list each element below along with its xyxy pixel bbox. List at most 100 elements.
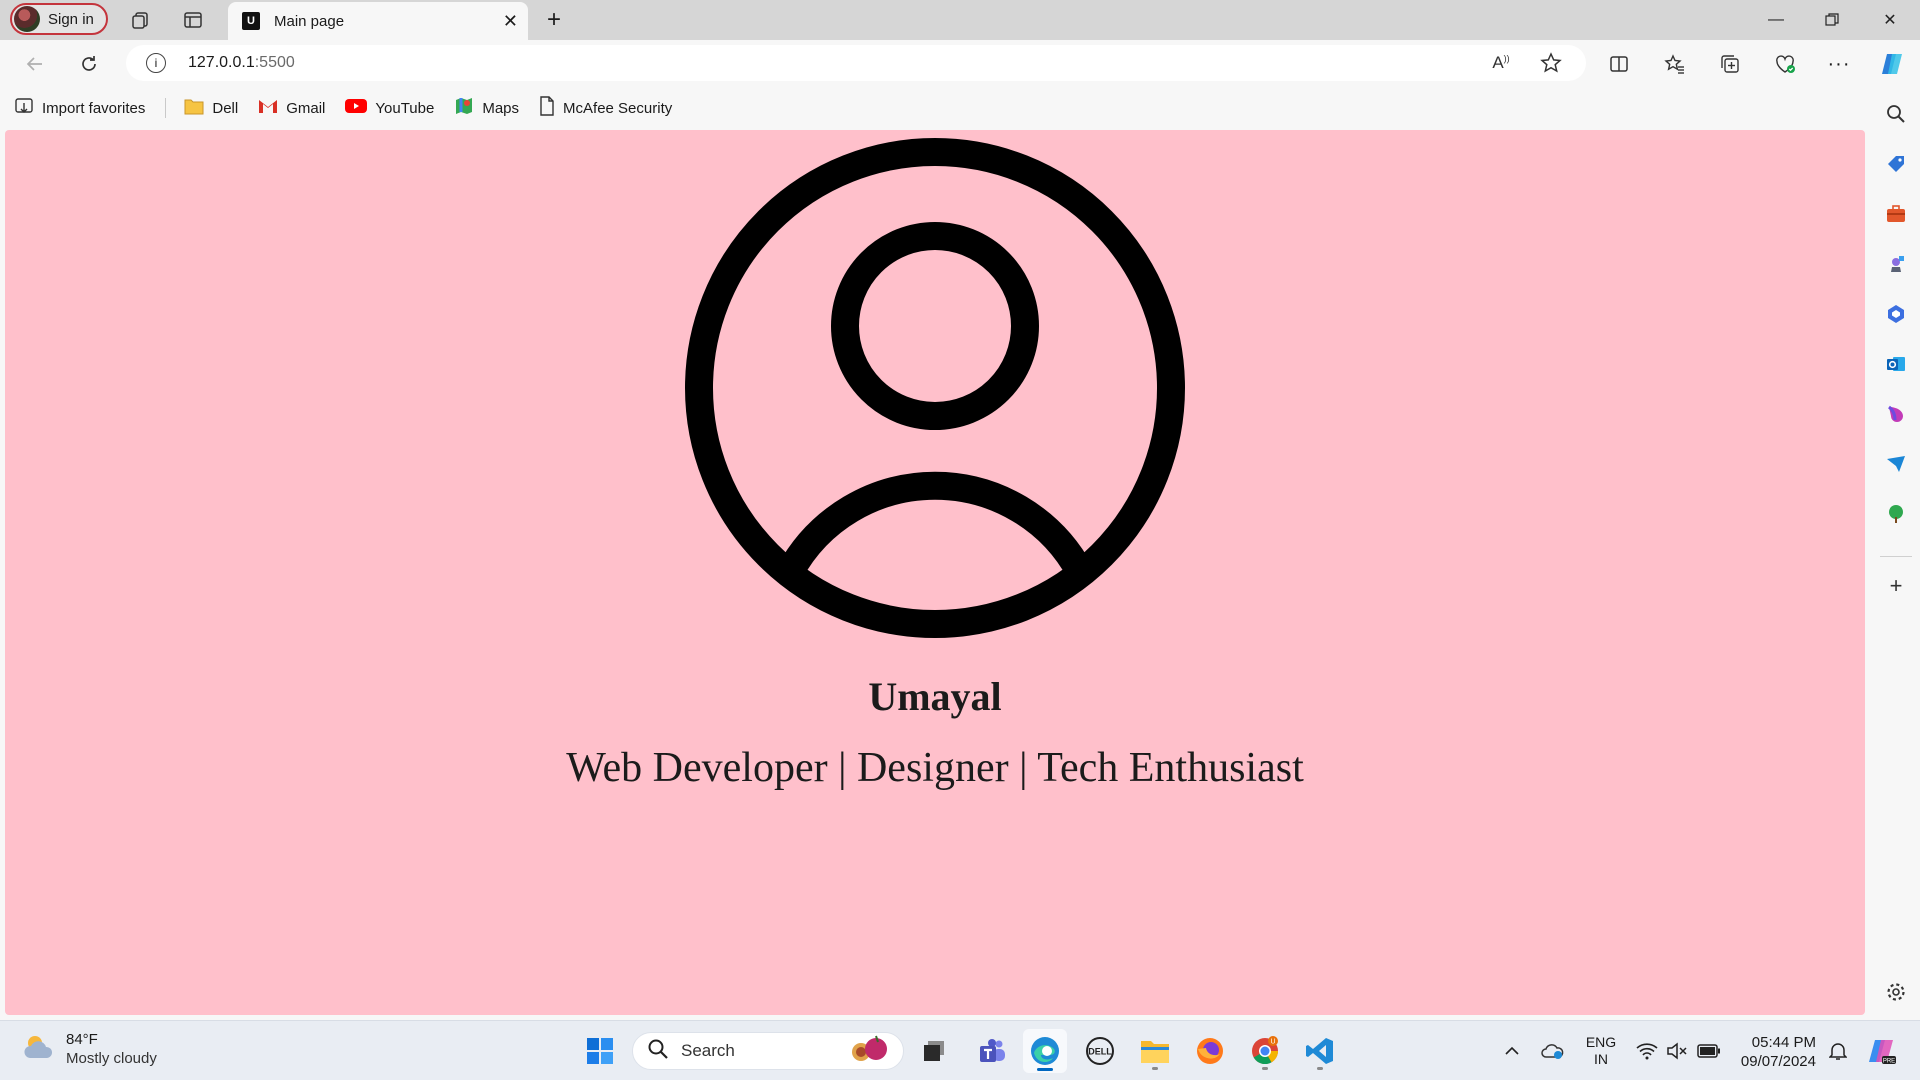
- bookmark-separator: [165, 98, 167, 118]
- url-host: 127.0.0.1: [188, 54, 255, 71]
- clock-time: 05:44 PM: [1751, 1034, 1816, 1051]
- favorites-bar: Import favorites Dell Gmail YouTube Maps…: [0, 88, 1920, 128]
- firefox-icon[interactable]: [1188, 1029, 1232, 1073]
- teams-icon[interactable]: [970, 1029, 1014, 1073]
- search-icon: [647, 1038, 669, 1065]
- bookmark-import-favorites[interactable]: Import favorites: [14, 96, 145, 120]
- sidebar-settings-icon[interactable]: [1882, 978, 1910, 1006]
- sidebar-separator: [1880, 556, 1912, 557]
- import-icon: [14, 96, 34, 120]
- sign-in-button[interactable]: Sign in: [10, 3, 108, 35]
- search-highlight-icon: [849, 1034, 889, 1069]
- dell-icon[interactable]: DELL: [1078, 1029, 1122, 1073]
- search-placeholder: Search: [681, 1041, 735, 1060]
- tools-briefcase-icon[interactable]: [1882, 200, 1910, 228]
- show-hidden-icons-icon[interactable]: [1500, 1021, 1524, 1080]
- notifications-bell-icon[interactable]: [1826, 1021, 1850, 1080]
- new-tab-button[interactable]: +: [540, 6, 568, 34]
- active-indicator: [1037, 1068, 1053, 1071]
- site-info-icon[interactable]: i: [146, 53, 166, 73]
- system-clock[interactable]: 05:44 PM 09/07/2024: [1732, 1033, 1816, 1071]
- running-indicator: [1262, 1067, 1268, 1070]
- wifi-icon[interactable]: [1634, 1021, 1660, 1080]
- address-toolbar: i 127.0.0.1:5500 A)) ···: [0, 40, 1920, 88]
- profile-avatar: [14, 6, 40, 32]
- language-indicator[interactable]: ENG IN: [1580, 1021, 1622, 1080]
- file-explorer-icon[interactable]: [1133, 1029, 1177, 1073]
- minimize-icon[interactable]: —: [1756, 6, 1796, 34]
- running-indicator: [1152, 1067, 1158, 1070]
- tab-favicon: U: [242, 12, 260, 30]
- tab-strip: Sign in U Main page ✕ + — ✕: [0, 0, 1920, 40]
- taskbar-search[interactable]: Search: [632, 1032, 904, 1070]
- tab-actions-icon[interactable]: [179, 6, 207, 34]
- send-icon[interactable]: [1882, 450, 1910, 478]
- profile-tagline: Web Developer | Designer | Tech Enthusia…: [566, 745, 1304, 791]
- more-options-icon[interactable]: ···: [1824, 49, 1854, 79]
- bookmark-label: Import favorites: [42, 99, 146, 117]
- add-sidebar-app-icon[interactable]: +: [1882, 572, 1910, 600]
- bookmark-youtube[interactable]: YouTube: [345, 98, 434, 118]
- bookmark-mcafee[interactable]: McAfee Security: [539, 96, 672, 120]
- workspaces-icon[interactable]: [127, 6, 155, 34]
- youtube-icon: [345, 98, 368, 118]
- bookmark-maps[interactable]: Maps: [454, 96, 519, 120]
- read-aloud-icon[interactable]: A)): [1486, 48, 1516, 78]
- task-view-icon[interactable]: [912, 1029, 956, 1073]
- bookmark-label: Gmail: [286, 99, 326, 117]
- volume-muted-icon[interactable]: [1664, 1021, 1690, 1080]
- page-content: Umayal Web Developer | Designer | Tech E…: [5, 130, 1865, 1015]
- outlook-icon[interactable]: [1882, 350, 1910, 378]
- profile-name: Umayal: [868, 674, 1002, 719]
- language-code: ENG: [1585, 1034, 1617, 1050]
- games-icon[interactable]: [1882, 250, 1910, 278]
- copilot-preview-icon[interactable]: PRE: [1864, 1021, 1900, 1080]
- running-indicator: [1317, 1067, 1323, 1070]
- gmail-icon: [258, 98, 278, 118]
- designer-icon[interactable]: [1882, 400, 1910, 428]
- split-screen-icon[interactable]: [1604, 49, 1634, 79]
- copilot-icon[interactable]: [1877, 49, 1907, 79]
- windows-taskbar: 84°F Mostly cloudy Search DELL U ENG IN …: [0, 1020, 1920, 1080]
- edge-taskbar-icon[interactable]: [1023, 1029, 1067, 1073]
- favorites-icon[interactable]: [1660, 49, 1690, 79]
- weather-condition: Mostly cloudy: [66, 1050, 157, 1067]
- close-window-icon[interactable]: ✕: [1870, 6, 1910, 34]
- chrome-icon[interactable]: U: [1243, 1029, 1287, 1073]
- address-bar[interactable]: i 127.0.0.1:5500 A)): [126, 45, 1586, 81]
- maps-icon: [454, 96, 474, 120]
- bookmark-label: McAfee Security: [563, 99, 673, 117]
- shopping-tag-icon[interactable]: [1882, 150, 1910, 178]
- bookmark-dell[interactable]: Dell: [184, 97, 238, 119]
- svg-text:U: U: [1270, 1039, 1275, 1046]
- bookmark-gmail[interactable]: Gmail: [258, 98, 325, 118]
- refresh-icon[interactable]: [74, 49, 104, 79]
- clock-date: 09/07/2024: [1740, 1053, 1816, 1070]
- page-icon: [539, 96, 555, 120]
- svg-text:DELL: DELL: [1088, 1047, 1112, 1057]
- battery-icon[interactable]: [1694, 1021, 1724, 1080]
- region-code: IN: [1594, 1051, 1608, 1067]
- weather-widget[interactable]: 84°F Mostly cloudy: [22, 1030, 157, 1068]
- back-icon[interactable]: [20, 49, 50, 79]
- folder-icon: [184, 97, 204, 119]
- vscode-icon[interactable]: [1298, 1029, 1342, 1073]
- bookmark-label: Maps: [482, 99, 520, 117]
- cloudy-weather-icon: [22, 1032, 56, 1067]
- tab-title: Main page: [274, 12, 345, 30]
- favorite-star-icon[interactable]: [1536, 48, 1566, 78]
- onedrive-sync-icon[interactable]: [1538, 1021, 1568, 1080]
- restore-icon[interactable]: [1812, 6, 1852, 34]
- tree-icon[interactable]: [1882, 500, 1910, 528]
- tab-main-page[interactable]: U Main page ✕: [228, 2, 528, 40]
- svg-text:PRE: PRE: [1883, 1059, 1895, 1065]
- sign-in-label: Sign in: [48, 10, 94, 28]
- collections-icon[interactable]: [1715, 49, 1745, 79]
- close-tab-icon[interactable]: ✕: [503, 11, 518, 32]
- microsoft-365-icon[interactable]: [1882, 300, 1910, 328]
- start-button[interactable]: [578, 1029, 622, 1073]
- url-port: :5500: [254, 54, 295, 71]
- search-icon[interactable]: [1882, 100, 1910, 128]
- edge-sidebar: +: [1872, 88, 1920, 1016]
- browser-essentials-icon[interactable]: [1770, 49, 1800, 79]
